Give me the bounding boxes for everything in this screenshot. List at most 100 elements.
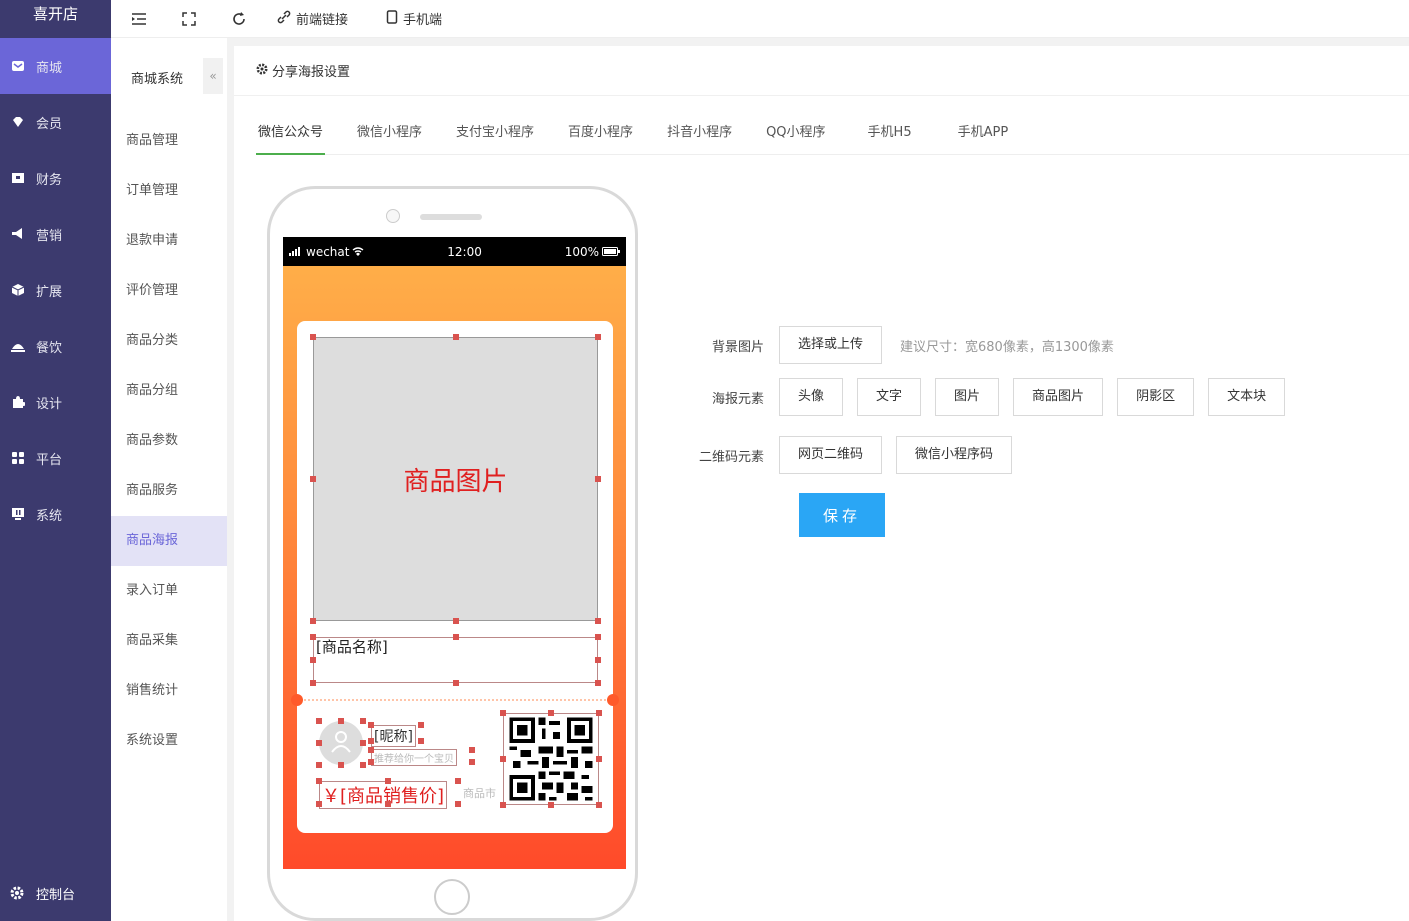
resize-handle[interactable] <box>548 802 554 808</box>
resize-handle[interactable] <box>595 680 601 686</box>
collapse-subnav-button[interactable]: « <box>203 58 223 94</box>
resize-handle[interactable] <box>418 738 424 744</box>
add-avatar-button[interactable]: 头像 <box>779 378 844 416</box>
menu-collapse-icon[interactable] <box>117 4 161 34</box>
sidebar-item-member[interactable]: 会员 <box>0 94 111 150</box>
subnav-item-poster[interactable]: 商品海报 <box>111 516 227 566</box>
resize-handle[interactable] <box>368 738 374 744</box>
market-price-element[interactable]: 商品市 <box>463 785 505 801</box>
resize-handle[interactable] <box>418 722 424 728</box>
add-web-qr-button[interactable]: 网页二维码 <box>779 436 883 474</box>
resize-handle[interactable] <box>500 802 506 808</box>
frontend-link[interactable]: 前端链接 <box>277 9 348 28</box>
resize-handle[interactable] <box>469 747 475 753</box>
upload-background-button[interactable]: 选择或上传 <box>779 326 883 364</box>
save-button[interactable]: 保存 <box>799 493 885 537</box>
resize-handle[interactable] <box>385 778 391 784</box>
sidebar-item-design[interactable]: 设计 <box>0 374 111 430</box>
resize-handle[interactable] <box>368 722 374 728</box>
add-miniprogram-code-button[interactable]: 微信小程序码 <box>896 436 1013 474</box>
resize-handle[interactable] <box>469 759 475 765</box>
resize-handle[interactable] <box>310 618 316 624</box>
subnav-item-enter-order[interactable]: 录入订单 <box>111 566 227 616</box>
resize-handle[interactable] <box>310 476 316 482</box>
sidebar-item-extension[interactable]: 扩展 <box>0 262 111 318</box>
resize-handle[interactable] <box>455 778 461 784</box>
mobile-link[interactable]: 手机端 <box>386 9 442 28</box>
resize-handle[interactable] <box>596 710 602 716</box>
resize-handle[interactable] <box>316 718 322 724</box>
resize-handle[interactable] <box>360 718 366 724</box>
price-element[interactable]: ￥[商品销售价] <box>319 781 448 809</box>
resize-handle[interactable] <box>360 740 366 746</box>
subnav-item-groups[interactable]: 商品分组 <box>111 366 227 416</box>
subnav-item-services[interactable]: 商品服务 <box>111 466 227 516</box>
subnav-item-orders[interactable]: 订单管理 <box>111 166 227 216</box>
avatar-element[interactable] <box>319 721 363 765</box>
resize-handle[interactable] <box>316 762 322 768</box>
resize-handle[interactable] <box>368 747 374 753</box>
resize-handle[interactable] <box>338 762 344 768</box>
tab-wechat-mini[interactable]: 微信小程序 <box>355 112 424 155</box>
resize-handle[interactable] <box>596 802 602 808</box>
tab-wechat-official[interactable]: 微信公众号 <box>256 112 326 155</box>
subnav-item-refunds[interactable]: 退款申请 <box>111 216 227 266</box>
goods-name-element[interactable]: [商品名称] <box>313 637 598 683</box>
resize-handle[interactable] <box>595 334 601 340</box>
subnav-item-goods[interactable]: 商品管理 <box>111 116 227 166</box>
resize-handle[interactable] <box>453 634 459 640</box>
resize-handle[interactable] <box>453 334 459 340</box>
sidebar-item-finance[interactable]: 财务 <box>0 150 111 206</box>
tab-baidu-mini[interactable]: 百度小程序 <box>566 112 635 155</box>
fullscreen-icon[interactable] <box>167 4 211 34</box>
resize-handle[interactable] <box>500 710 506 716</box>
resize-handle[interactable] <box>338 718 344 724</box>
sidebar-item-platform[interactable]: 平台 <box>0 430 111 486</box>
tab-qq-mini[interactable]: QQ小程序 <box>764 112 827 155</box>
sidebar-item-system[interactable]: 系统 <box>0 486 111 542</box>
tab-h5[interactable]: 手机H5 <box>866 112 914 155</box>
refresh-icon[interactable] <box>217 4 261 34</box>
resize-handle[interactable] <box>316 801 322 807</box>
sidebar-item-marketing[interactable]: 营销 <box>0 206 111 262</box>
resize-handle[interactable] <box>548 710 554 716</box>
resize-handle[interactable] <box>316 778 322 784</box>
sidebar-item-store[interactable]: 商城 <box>0 38 111 94</box>
goods-image-element[interactable]: 商品图片 <box>313 337 598 621</box>
resize-handle[interactable] <box>310 634 316 640</box>
resize-handle[interactable] <box>360 762 366 768</box>
resize-handle[interactable] <box>385 801 391 807</box>
subnav-item-collect[interactable]: 商品采集 <box>111 616 227 666</box>
resize-handle[interactable] <box>596 756 602 762</box>
add-image-button[interactable]: 图片 <box>935 378 1000 416</box>
resize-handle[interactable] <box>595 634 601 640</box>
subnav-item-categories[interactable]: 商品分类 <box>111 316 227 366</box>
recommend-text-element[interactable]: 推荐给你一个宝贝 <box>371 749 457 766</box>
add-textblock-button[interactable]: 文本块 <box>1208 378 1286 416</box>
resize-handle[interactable] <box>455 801 461 807</box>
qr-code-element[interactable] <box>503 713 599 805</box>
add-text-button[interactable]: 文字 <box>857 378 922 416</box>
sidebar-item-dining[interactable]: 餐饮 <box>0 318 111 374</box>
add-shadow-button[interactable]: 阴影区 <box>1117 378 1195 416</box>
resize-handle[interactable] <box>310 334 316 340</box>
resize-handle[interactable] <box>368 759 374 765</box>
resize-handle[interactable] <box>500 756 506 762</box>
subnav-item-settings[interactable]: 系统设置 <box>111 716 227 766</box>
tab-douyin-mini[interactable]: 抖音小程序 <box>665 112 734 155</box>
subnav-item-sales-stats[interactable]: 销售统计 <box>111 666 227 716</box>
resize-handle[interactable] <box>310 657 316 663</box>
resize-handle[interactable] <box>595 618 601 624</box>
resize-handle[interactable] <box>453 618 459 624</box>
dashboard-link[interactable]: 控制台 <box>0 875 111 911</box>
subnav-item-params[interactable]: 商品参数 <box>111 416 227 466</box>
subnav-item-reviews[interactable]: 评价管理 <box>111 266 227 316</box>
tab-app[interactable]: 手机APP <box>956 112 1011 155</box>
resize-handle[interactable] <box>316 740 322 746</box>
resize-handle[interactable] <box>310 680 316 686</box>
tab-alipay-mini[interactable]: 支付宝小程序 <box>454 112 536 155</box>
resize-handle[interactable] <box>453 680 459 686</box>
resize-handle[interactable] <box>595 657 601 663</box>
nickname-element[interactable]: [昵称] <box>371 725 416 747</box>
add-goods-image-button[interactable]: 商品图片 <box>1013 378 1104 416</box>
